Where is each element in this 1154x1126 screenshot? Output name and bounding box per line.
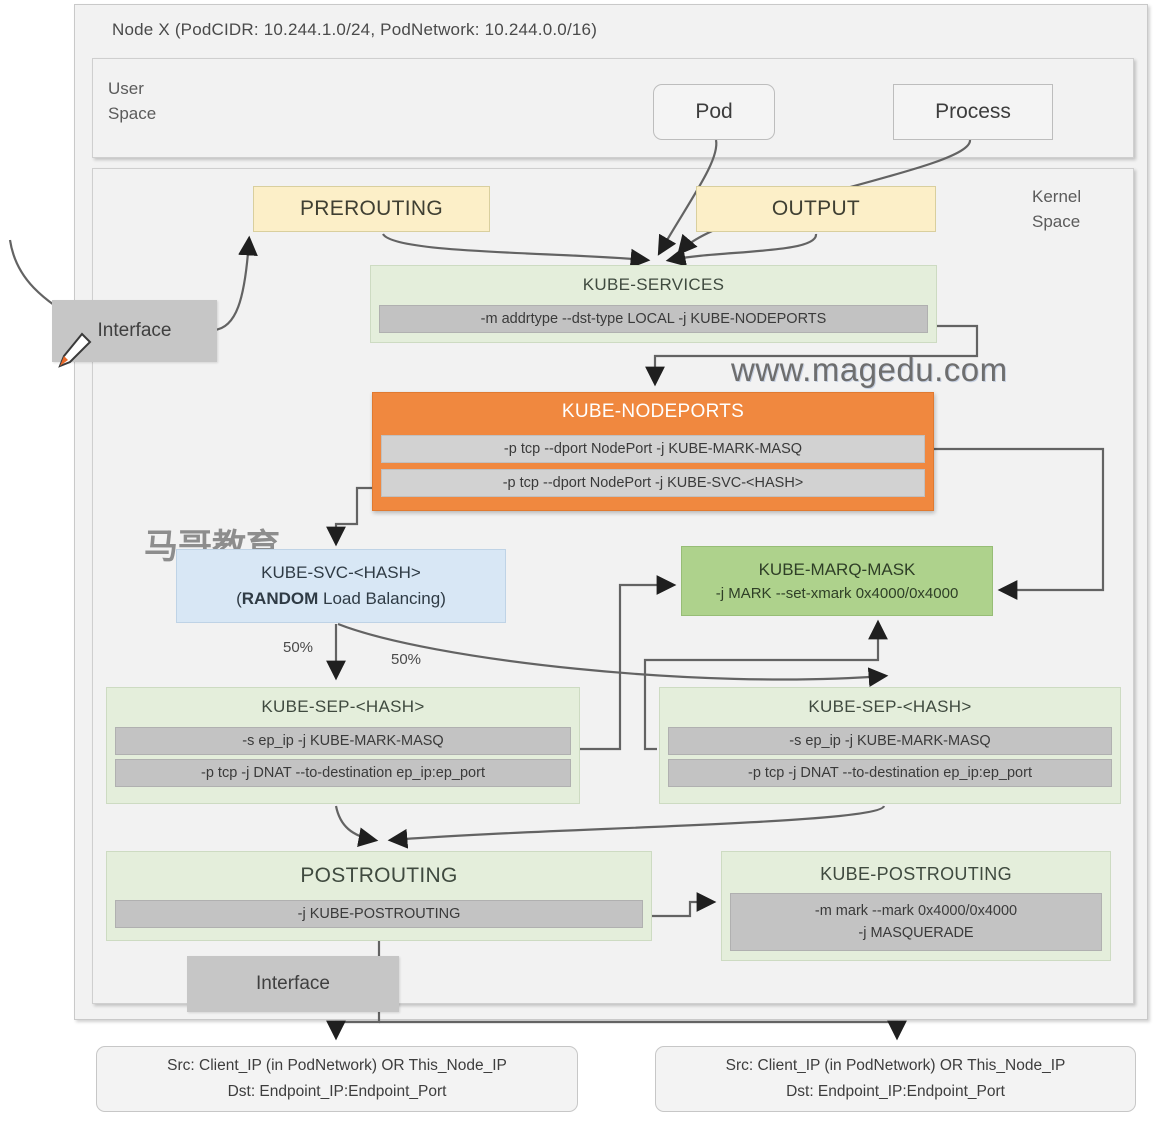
prerouting-hook[interactable]: PREROUTING bbox=[253, 186, 490, 232]
chain-kube-svc[interactable]: KUBE-SVC-<HASH> (RANDOM Load Balancing) bbox=[176, 549, 506, 623]
packet-right-dst: Dst: Endpoint_IP:Endpoint_Port bbox=[786, 1083, 1005, 1100]
kernel-space-label: Kernel Space bbox=[1032, 184, 1142, 234]
rule-postrouting-0[interactable]: -j KUBE-POSTROUTING bbox=[115, 900, 643, 928]
chain-title-kube-svc: KUBE-SVC-<HASH> bbox=[261, 563, 421, 582]
chain-postrouting[interactable]: POSTROUTING -j KUBE-POSTROUTING bbox=[106, 851, 652, 941]
chain-kube-postrouting[interactable]: KUBE-POSTROUTING -m mark --mark 0x4000/0… bbox=[721, 851, 1111, 961]
node-title: Node X (PodCIDR: 10.244.1.0/24, PodNetwo… bbox=[112, 20, 598, 39]
packet-box-right: Src: Client_IP (in PodNetwork) OR This_N… bbox=[655, 1046, 1136, 1112]
kube-svc-lb-text: Load Balancing) bbox=[318, 589, 446, 608]
chain-kube-nodeports[interactable]: KUBE-NODEPORTS -p tcp --dport NodePort -… bbox=[372, 392, 934, 511]
chain-title-kube-services: KUBE-SERVICES bbox=[582, 275, 725, 294]
user-space-label-line2: Space bbox=[108, 104, 157, 123]
chain-kube-services[interactable]: KUBE-SERVICES -m addrtype --dst-type LOC… bbox=[370, 265, 937, 343]
chain-kube-marq-mask[interactable]: KUBE-MARQ-MASK -j MARK --set-xmark 0x400… bbox=[681, 546, 993, 616]
diagram-canvas: Node X (PodCIDR: 10.244.1.0/24, PodNetwo… bbox=[0, 0, 1154, 1126]
split-label-right: 50% bbox=[391, 651, 422, 668]
kernel-space-label-line2: Space bbox=[1032, 212, 1081, 231]
rule-kube-nodeports-0[interactable]: -p tcp --dport NodePort -j KUBE-MARK-MAS… bbox=[381, 435, 925, 463]
pod-box[interactable]: Pod bbox=[653, 84, 775, 140]
rule-kube-sep-left-1[interactable]: -p tcp -j DNAT --to-destination ep_ip:ep… bbox=[115, 759, 571, 787]
chain-kube-sep-right[interactable]: KUBE-SEP-<HASH> -s ep_ip -j KUBE-MARK-MA… bbox=[659, 687, 1121, 804]
kube-svc-lb-mode: (RANDOM Load Balancing) bbox=[236, 586, 446, 612]
user-space-label: User Space bbox=[108, 76, 228, 126]
kernel-space-label-line1: Kernel bbox=[1032, 187, 1082, 206]
pen-cursor-icon bbox=[58, 332, 92, 368]
rule-kube-postrouting-line2: -j MASQUERADE bbox=[858, 925, 974, 941]
rule-kube-marq-mask-0: -j MARK --set-xmark 0x4000/0x4000 bbox=[715, 584, 959, 602]
chain-title-kube-marq-mask: KUBE-MARQ-MASK bbox=[758, 559, 916, 579]
chain-title-postrouting: POSTROUTING bbox=[300, 864, 458, 887]
packet-left-src: Src: Client_IP (in PodNetwork) OR This_N… bbox=[167, 1057, 507, 1074]
chain-kube-sep-left[interactable]: KUBE-SEP-<HASH> -s ep_ip -j KUBE-MARK-MA… bbox=[106, 687, 580, 804]
rule-kube-postrouting-0[interactable]: -m mark --mark 0x4000/0x4000 -j MASQUERA… bbox=[730, 893, 1102, 951]
rule-kube-sep-right-1[interactable]: -p tcp -j DNAT --to-destination ep_ip:ep… bbox=[668, 759, 1112, 787]
rule-kube-sep-right-0[interactable]: -s ep_ip -j KUBE-MARK-MASQ bbox=[668, 727, 1112, 755]
kube-svc-lb-algorithm: RANDOM bbox=[241, 589, 319, 608]
packet-box-left: Src: Client_IP (in PodNetwork) OR This_N… bbox=[96, 1046, 578, 1112]
chain-title-kube-sep-left: KUBE-SEP-<HASH> bbox=[261, 697, 425, 716]
split-label-left: 50% bbox=[283, 639, 314, 656]
interface-egress[interactable]: Interface bbox=[187, 956, 399, 1012]
packet-left-dst: Dst: Endpoint_IP:Endpoint_Port bbox=[227, 1083, 447, 1100]
packet-right-src: Src: Client_IP (in PodNetwork) OR This_N… bbox=[725, 1057, 1066, 1074]
chain-title-kube-nodeports: KUBE-NODEPORTS bbox=[561, 401, 745, 422]
watermark-url: www.magedu.com bbox=[731, 351, 1008, 388]
rule-kube-services-0[interactable]: -m addrtype --dst-type LOCAL -j KUBE-NOD… bbox=[379, 305, 928, 333]
output-hook[interactable]: OUTPUT bbox=[696, 186, 936, 232]
process-box[interactable]: Process bbox=[893, 84, 1053, 140]
user-space-label-line1: User bbox=[108, 79, 144, 98]
rule-kube-sep-left-0[interactable]: -s ep_ip -j KUBE-MARK-MASQ bbox=[115, 727, 571, 755]
chain-title-kube-postrouting: KUBE-POSTROUTING bbox=[820, 864, 1012, 884]
rule-kube-nodeports-1[interactable]: -p tcp --dport NodePort -j KUBE-SVC-<HAS… bbox=[381, 469, 925, 497]
rule-kube-postrouting-line1: -m mark --mark 0x4000/0x4000 bbox=[814, 903, 1018, 919]
chain-title-kube-sep-right: KUBE-SEP-<HASH> bbox=[808, 697, 972, 716]
